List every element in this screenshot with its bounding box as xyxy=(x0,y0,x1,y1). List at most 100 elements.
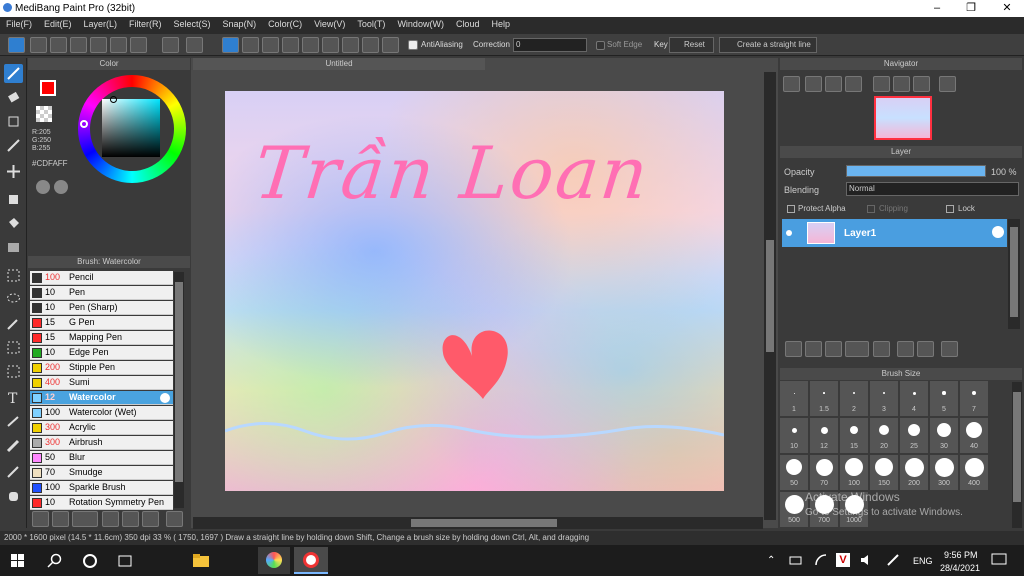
brush-settings-icon[interactable] xyxy=(160,393,170,403)
brush-list-scrollbar[interactable] xyxy=(174,272,184,508)
menu-file[interactable]: File(F) xyxy=(0,17,38,29)
text-tool-icon[interactable]: T xyxy=(4,388,23,407)
brush-size-cell[interactable]: 70 xyxy=(810,455,838,490)
brush-size-cell[interactable]: 7 xyxy=(960,381,988,416)
vietkey-icon[interactable]: V xyxy=(836,553,850,567)
brush-delete-icon[interactable] xyxy=(166,511,183,527)
brush-size-cell[interactable]: 3 xyxy=(870,381,898,416)
brush-size-cell[interactable]: 25 xyxy=(900,418,928,453)
antialiasing-checkbox[interactable] xyxy=(408,40,418,50)
brush-item[interactable]: 10 Pen xyxy=(30,286,173,300)
menu-tool[interactable]: Tool(T) xyxy=(351,17,391,29)
merge-layer-icon[interactable] xyxy=(917,341,934,357)
brush-size-cell[interactable]: 1.5 xyxy=(810,381,838,416)
brush-size-cell[interactable]: 30 xyxy=(930,418,958,453)
brush-size-cell[interactable]: 40 xyxy=(960,418,988,453)
new-8bit-layer-icon[interactable] xyxy=(825,341,842,357)
menu-filter[interactable]: Filter(R) xyxy=(123,17,168,29)
brush-size-cell[interactable]: 20 xyxy=(870,418,898,453)
brush-size-cell[interactable]: 400 xyxy=(960,455,988,490)
eyedropper-tool-icon[interactable] xyxy=(4,436,23,455)
fill-rect-tool-icon[interactable] xyxy=(4,190,23,209)
snap-circle-icon[interactable] xyxy=(322,37,339,53)
battery-icon[interactable] xyxy=(789,555,803,566)
cortana-icon[interactable] xyxy=(82,553,98,569)
move-tool-icon[interactable] xyxy=(4,162,23,181)
brush-size-cell[interactable]: 2 xyxy=(840,381,868,416)
brush-item[interactable]: 300 Acrylic xyxy=(30,421,173,435)
divide-tool-icon[interactable] xyxy=(4,412,23,431)
correction-select[interactable]: 0 xyxy=(513,38,587,52)
rotate-left-icon[interactable] xyxy=(873,76,890,92)
magic-wand-tool-icon[interactable] xyxy=(4,314,23,333)
zoom-icon[interactable] xyxy=(783,76,800,92)
wifi-icon[interactable] xyxy=(814,553,828,567)
menu-cloud[interactable]: Cloud xyxy=(450,17,486,29)
add-layer-menu-icon[interactable] xyxy=(845,341,869,357)
sv-picker-handle[interactable] xyxy=(110,96,117,103)
palette-icon[interactable] xyxy=(36,180,50,194)
pen-tool-icon[interactable] xyxy=(4,136,23,155)
reset-rotation-icon[interactable] xyxy=(913,76,930,92)
duplicate-layer-icon[interactable] xyxy=(897,341,914,357)
redo-icon[interactable] xyxy=(186,37,203,53)
lock-checkbox[interactable] xyxy=(946,205,954,213)
brush-add-menu-icon[interactable] xyxy=(72,511,98,527)
protect-alpha-checkbox[interactable] xyxy=(787,205,795,213)
select-tool-icon[interactable] xyxy=(4,266,23,285)
brush-size-cell[interactable]: 1 xyxy=(780,381,808,416)
brush-item[interactable]: 100 Sparkle Brush xyxy=(30,481,173,495)
delete-layer-icon[interactable] xyxy=(941,341,958,357)
brush-size-cell[interactable]: 150 xyxy=(870,455,898,490)
saturation-value-square[interactable] xyxy=(102,99,160,157)
menu-help[interactable]: Help xyxy=(485,17,516,29)
add-brush-icon[interactable] xyxy=(32,511,49,527)
grid-icon[interactable] xyxy=(130,37,147,53)
search-icon[interactable] xyxy=(47,553,63,569)
new-halftone-layer-icon[interactable] xyxy=(805,341,822,357)
brush-item[interactable]: 10 Rotation Symmetry Pen xyxy=(30,496,173,510)
foreground-color-swatch[interactable] xyxy=(40,80,56,96)
page-list-icon[interactable] xyxy=(110,37,127,53)
brush-item[interactable]: 200 Stipple Pen xyxy=(30,361,173,375)
brush-size-cell[interactable]: 12 xyxy=(810,418,838,453)
brush-size-cell[interactable]: 4 xyxy=(900,381,928,416)
snap-curve-icon[interactable] xyxy=(342,37,359,53)
comment-icon[interactable] xyxy=(50,37,67,53)
reset-button[interactable]: Reset xyxy=(669,37,714,53)
select-eraser-tool-icon[interactable] xyxy=(4,362,23,381)
brush-tool-icon[interactable] xyxy=(4,64,23,83)
rotate-right-icon[interactable] xyxy=(893,76,910,92)
layer-folder-icon[interactable] xyxy=(873,341,890,357)
brush-properties-icon[interactable] xyxy=(102,511,119,527)
taskbar-app-medibang[interactable] xyxy=(294,547,328,574)
snap-radial-icon[interactable] xyxy=(302,37,319,53)
visibility-icon[interactable] xyxy=(786,230,792,236)
snap-settings-icon[interactable] xyxy=(382,37,399,53)
bucket-tool-icon[interactable] xyxy=(4,214,23,233)
dot-tool-icon[interactable] xyxy=(4,112,23,131)
zoom-out-icon[interactable] xyxy=(845,76,862,92)
undo-icon[interactable] xyxy=(162,37,179,53)
gradation-tool-icon[interactable] xyxy=(4,238,23,257)
clock-time[interactable]: 9:56 PM xyxy=(944,550,978,560)
menu-layer[interactable]: Layer(L) xyxy=(78,17,124,29)
brush-item[interactable]: 12 Watercolor xyxy=(30,391,173,405)
brush-size-cell[interactable]: 200 xyxy=(900,455,928,490)
comment-list-icon[interactable] xyxy=(70,37,87,53)
brush-size-scrollbar[interactable] xyxy=(1012,382,1022,528)
menu-color[interactable]: Color(C) xyxy=(262,17,308,29)
taskbar-app-paint[interactable] xyxy=(258,547,290,574)
brush-size-cell[interactable]: 100 xyxy=(840,455,868,490)
fit-screen-icon[interactable] xyxy=(825,76,842,92)
upload-icon[interactable] xyxy=(30,37,47,53)
eraser-tool-icon[interactable] xyxy=(4,88,23,107)
color-history-icon[interactable] xyxy=(54,180,68,194)
brush-size-cell[interactable]: 5 xyxy=(930,381,958,416)
new-layer-icon[interactable] xyxy=(785,341,802,357)
language-indicator[interactable]: ENG xyxy=(913,556,933,566)
cloud-icon[interactable] xyxy=(8,37,25,53)
brush-item[interactable]: 300 Airbrush xyxy=(30,436,173,450)
file-explorer-icon[interactable] xyxy=(192,552,210,568)
chevron-up-icon[interactable]: ⌃ xyxy=(767,555,775,566)
